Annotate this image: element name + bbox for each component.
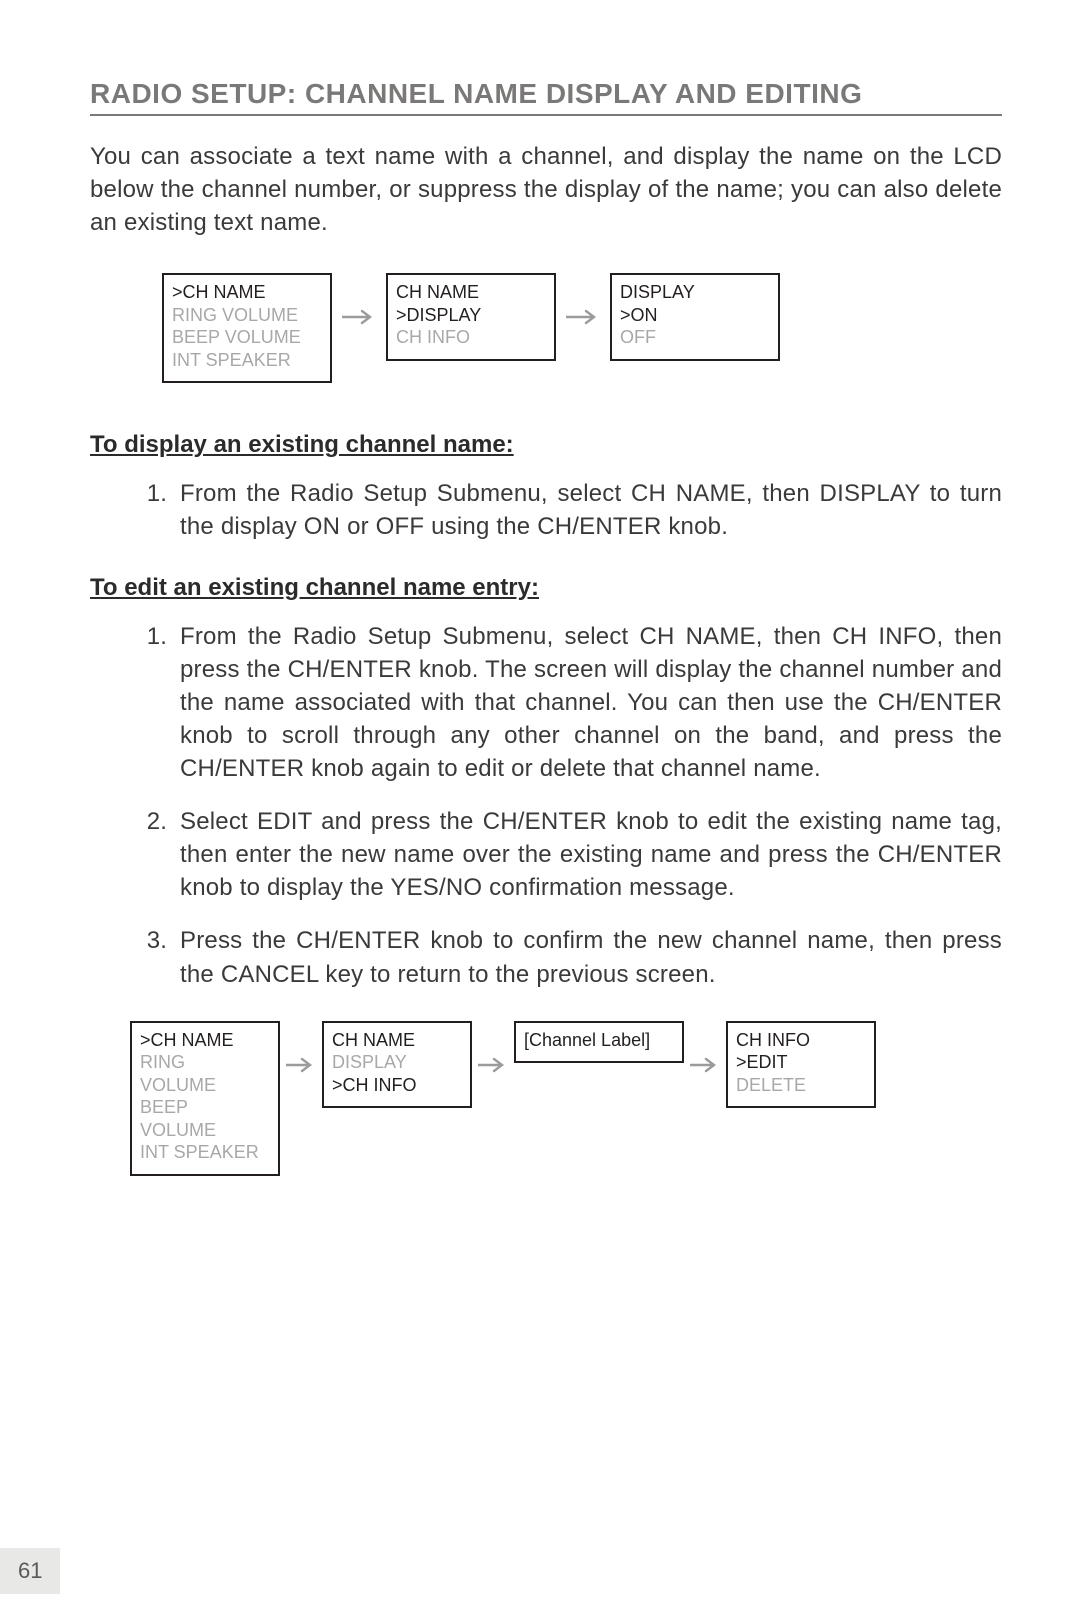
menu-item: DISPLAY bbox=[332, 1051, 460, 1074]
menu-item: [Channel Label] bbox=[524, 1029, 672, 1052]
flow2-box2: CH NAME DISPLAY >CH INFO bbox=[322, 1021, 472, 1109]
menu-item: VOLUME bbox=[140, 1074, 268, 1097]
menu-item: >CH INFO bbox=[332, 1074, 460, 1097]
subheading-display: To display an existing channel name: bbox=[90, 431, 1002, 459]
arrow-right-icon bbox=[286, 1057, 316, 1073]
flow2-box1: >CH NAME RING VOLUME BEEP VOLUME INT SPE… bbox=[130, 1021, 280, 1176]
arrow-right-icon bbox=[478, 1057, 508, 1073]
menu-item: CH NAME bbox=[332, 1029, 460, 1052]
steps-edit: From the Radio Setup Submenu, select CH … bbox=[90, 620, 1002, 991]
page-title: RADIO SETUP: CHANNEL NAME DISPLAY AND ED… bbox=[90, 78, 1002, 116]
menu-item: >DISPLAY bbox=[396, 304, 544, 327]
menu-item: OFF bbox=[620, 326, 768, 349]
menu-item: RING bbox=[140, 1051, 268, 1074]
menu-item: >ON bbox=[620, 304, 768, 327]
step: Press the CH/ENTER knob to confirm the n… bbox=[174, 924, 1002, 990]
menu-item: INT SPEAKER bbox=[172, 349, 320, 372]
menu-item: BEEP VOLUME bbox=[172, 326, 320, 349]
subheading-edit: To edit an existing channel name entry: bbox=[90, 574, 1002, 602]
menu-item: >EDIT bbox=[736, 1051, 864, 1074]
flow2-box3: [Channel Label] bbox=[514, 1021, 684, 1064]
flow1-box2: CH NAME >DISPLAY CH INFO bbox=[386, 273, 556, 361]
menu-item: VOLUME bbox=[140, 1119, 268, 1142]
menu-item: DELETE bbox=[736, 1074, 864, 1097]
flow1-box3: DISPLAY >ON OFF bbox=[610, 273, 780, 361]
menu-item: >CH NAME bbox=[172, 281, 320, 304]
menu-flow-2: >CH NAME RING VOLUME BEEP VOLUME INT SPE… bbox=[130, 1021, 1002, 1176]
menu-item: >CH NAME bbox=[140, 1029, 268, 1052]
page-number: 61 bbox=[0, 1548, 60, 1594]
steps-display: From the Radio Setup Submenu, select CH … bbox=[90, 477, 1002, 543]
flow2-box4: CH INFO >EDIT DELETE bbox=[726, 1021, 876, 1109]
menu-item: BEEP bbox=[140, 1096, 268, 1119]
step: Select EDIT and press the CH/ENTER knob … bbox=[174, 805, 1002, 904]
menu-item: RING VOLUME bbox=[172, 304, 320, 327]
menu-item: CH NAME bbox=[396, 281, 544, 304]
menu-item: INT SPEAKER bbox=[140, 1141, 268, 1164]
arrow-right-icon bbox=[566, 309, 600, 325]
menu-flow-1: >CH NAME RING VOLUME BEEP VOLUME INT SPE… bbox=[162, 273, 1002, 383]
menu-item: CH INFO bbox=[396, 326, 544, 349]
flow1-box1: >CH NAME RING VOLUME BEEP VOLUME INT SPE… bbox=[162, 273, 332, 383]
step: From the Radio Setup Submenu, select CH … bbox=[174, 477, 1002, 543]
arrow-right-icon bbox=[342, 309, 376, 325]
intro-paragraph: You can associate a text name with a cha… bbox=[90, 140, 1002, 239]
step: From the Radio Setup Submenu, select CH … bbox=[174, 620, 1002, 786]
menu-item: CH INFO bbox=[736, 1029, 864, 1052]
arrow-right-icon bbox=[690, 1057, 720, 1073]
menu-item: DISPLAY bbox=[620, 281, 768, 304]
